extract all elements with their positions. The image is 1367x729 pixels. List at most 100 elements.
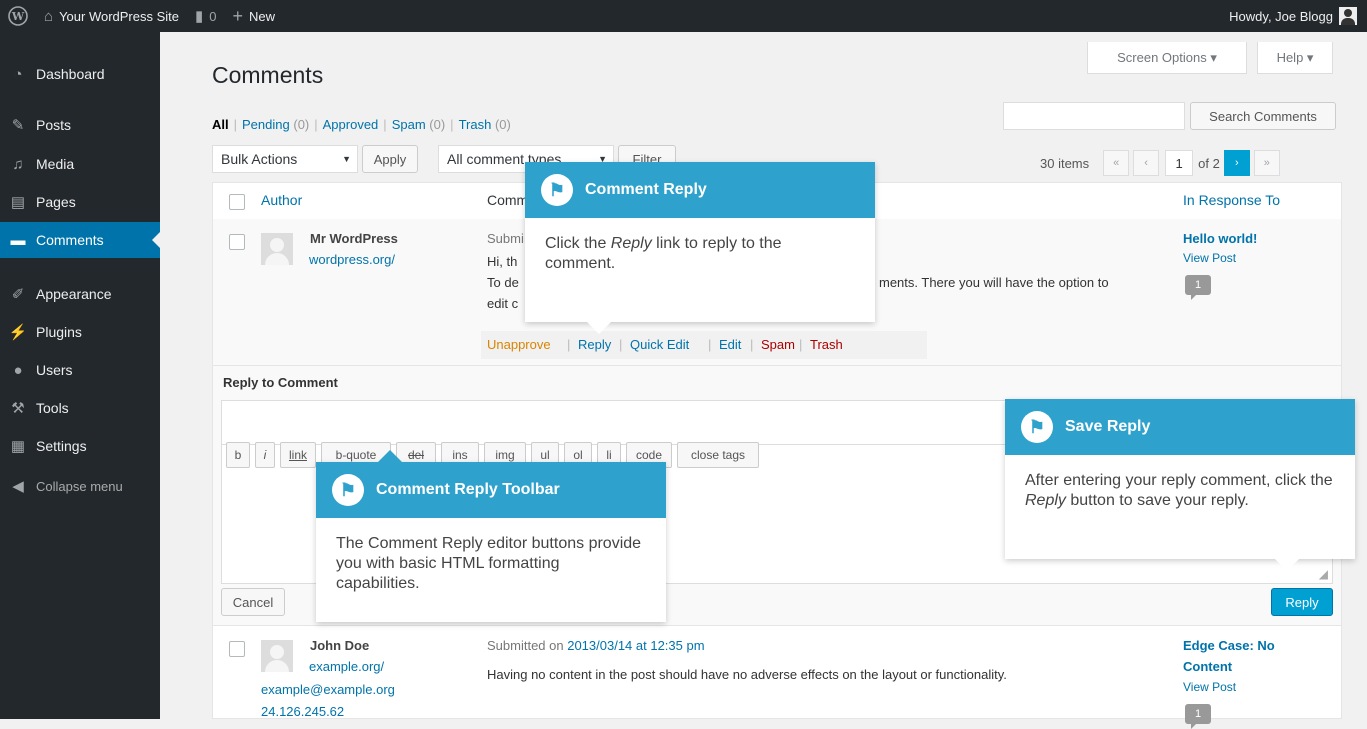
tooltip-emphasis: Reply bbox=[610, 235, 652, 252]
row-actions: Unapprove | Reply | Quick Edit | Edit | … bbox=[481, 331, 927, 359]
cancel-button[interactable]: Cancel bbox=[221, 588, 285, 616]
comment-author-name: John Doe bbox=[310, 638, 370, 653]
author-ip-link[interactable]: 24.126.245.62 bbox=[261, 704, 344, 719]
row-checkbox[interactable] bbox=[229, 641, 245, 657]
tooltip-text: Click the bbox=[545, 235, 611, 252]
filter-all[interactable]: All bbox=[212, 117, 229, 132]
user-icon: ● bbox=[13, 361, 23, 379]
menu-plugins[interactable]: ⚡ Plugins bbox=[0, 314, 160, 350]
pin-icon: ✎ bbox=[11, 117, 25, 134]
trash-link[interactable]: Trash bbox=[810, 337, 843, 352]
col-author[interactable]: Author bbox=[261, 192, 302, 208]
menu-users[interactable]: ● Users bbox=[0, 352, 160, 388]
comment-text: Having no content in the post should hav… bbox=[487, 667, 1007, 682]
tooltip-body: The Comment Reply editor buttons provide… bbox=[336, 535, 642, 592]
comments-link[interactable]: ▮ 0 bbox=[187, 0, 225, 32]
pages-icon: ▤ bbox=[10, 194, 26, 211]
row-checkbox[interactable] bbox=[229, 234, 245, 250]
col-response[interactable]: In Response To bbox=[1183, 192, 1280, 208]
menu-comments[interactable]: ▬ Comments bbox=[0, 222, 160, 258]
first-page-button[interactable]: « bbox=[1103, 150, 1130, 176]
spam-link[interactable]: Spam bbox=[761, 337, 795, 352]
menu-settings[interactable]: ▦ Settings bbox=[0, 428, 160, 464]
prev-page-button[interactable]: ‹ bbox=[1133, 150, 1160, 176]
author-url-link[interactable]: wordpress.org/ bbox=[309, 252, 395, 267]
select-all-checkbox[interactable] bbox=[229, 194, 245, 210]
menu-dashboard[interactable]: ◔ Dashboard bbox=[0, 56, 160, 92]
comment-count-bubble[interactable]: 1 bbox=[1185, 704, 1211, 729]
help-label: Help ▾ bbox=[1276, 49, 1314, 65]
quicktag-link-button[interactable]: link bbox=[280, 442, 316, 468]
submitted-text: Submitted on 2013/03/14 at 12:35 pm bbox=[487, 638, 705, 653]
menu-appearance[interactable]: ✐ Appearance bbox=[0, 276, 160, 312]
flag-icon: ⚑ bbox=[541, 174, 573, 206]
bulk-actions-select[interactable]: Bulk Actions ▼ bbox=[212, 145, 358, 173]
comments-count: 0 bbox=[209, 8, 217, 24]
chevron-down-icon: ▼ bbox=[342, 154, 351, 164]
unapprove-link[interactable]: Unapprove bbox=[487, 337, 551, 352]
comment-text-line2-end: ments. There you will have the option to bbox=[879, 275, 1109, 290]
menu-tools[interactable]: ⚒ Tools bbox=[0, 390, 160, 426]
media-icon: ♫ bbox=[12, 155, 24, 173]
response-post-link[interactable]: Hello world! bbox=[1183, 231, 1257, 246]
tooltip-title: Comment Reply bbox=[585, 181, 707, 198]
menu-media[interactable]: ♫ Media bbox=[0, 146, 160, 182]
search-input[interactable] bbox=[1003, 102, 1185, 130]
view-post-link[interactable]: View Post bbox=[1183, 251, 1236, 265]
avatar bbox=[261, 640, 293, 672]
last-page-button[interactable]: » bbox=[1253, 150, 1280, 176]
tooltip-body: After entering your reply comment, click… bbox=[1005, 455, 1355, 527]
account-menu[interactable]: Howdy, Joe Blogg bbox=[1221, 0, 1367, 32]
quick-edit-link[interactable]: Quick Edit bbox=[630, 337, 689, 352]
reply-link[interactable]: Reply bbox=[578, 337, 611, 352]
filter-trash[interactable]: Trash (0) bbox=[459, 117, 511, 132]
quicktag-italic-button[interactable]: i bbox=[255, 442, 275, 468]
new-content-link[interactable]: + New bbox=[225, 0, 284, 32]
screen-options-button[interactable]: Screen Options ▾ bbox=[1087, 42, 1247, 74]
comment-bubble-icon: ▮ bbox=[195, 8, 204, 25]
menu-label: Settings bbox=[36, 438, 87, 454]
response-post-link[interactable]: Edge Case: No bbox=[1183, 638, 1275, 653]
wrench-icon: ⚒ bbox=[11, 400, 25, 417]
tooltip-emphasis: Reply bbox=[1025, 492, 1066, 509]
filter-approved[interactable]: Approved bbox=[323, 117, 379, 132]
quicktag-bold-button[interactable]: b bbox=[226, 442, 250, 468]
page-title: Comments bbox=[212, 62, 324, 88]
next-page-button[interactable]: › bbox=[1223, 150, 1250, 176]
comment-date-link[interactable]: 2013/03/14 at 12:35 pm bbox=[567, 638, 704, 653]
flag-icon: ⚑ bbox=[1021, 411, 1053, 443]
cancel-label: Cancel bbox=[232, 594, 274, 610]
apply-button[interactable]: Apply bbox=[362, 145, 418, 173]
menu-pages[interactable]: ▤ Pages bbox=[0, 184, 160, 220]
new-label: New bbox=[249, 8, 276, 24]
author-url-link[interactable]: example.org/ bbox=[309, 659, 384, 674]
edit-link[interactable]: Edit bbox=[719, 337, 741, 352]
collapse-arrow-icon: ◀ bbox=[12, 478, 24, 495]
search-comments-button[interactable]: Search Comments bbox=[1190, 102, 1336, 130]
menu-label: Media bbox=[36, 156, 75, 172]
comment-count-bubble[interactable]: 1 bbox=[1185, 275, 1211, 300]
site-name-link[interactable]: ⌂ Your WordPress Site bbox=[36, 0, 187, 32]
filter-pending[interactable]: Pending (0) bbox=[242, 117, 309, 132]
current-page-input[interactable]: 1 bbox=[1165, 150, 1194, 176]
tooltip-header: ⚑ Comment Reply bbox=[525, 162, 875, 218]
tooltip-body: Click the Reply link to reply to the com… bbox=[525, 218, 875, 290]
view-post-link[interactable]: View Post bbox=[1183, 680, 1236, 694]
reply-submit-button[interactable]: Reply bbox=[1271, 588, 1333, 616]
apply-label: Apply bbox=[373, 151, 407, 167]
menu-label: Comments bbox=[36, 232, 104, 248]
quicktag-close-tags-button[interactable]: close tags bbox=[677, 442, 759, 468]
collapse-menu-button[interactable]: ◀ Collapse menu bbox=[0, 468, 160, 504]
response-post-link-line2[interactable]: Content bbox=[1183, 659, 1232, 674]
author-email-link[interactable]: example@example.org bbox=[261, 682, 395, 697]
dashboard-icon: ◔ bbox=[13, 65, 23, 83]
help-button[interactable]: Help ▾ bbox=[1257, 42, 1333, 74]
settings-icon: ▦ bbox=[10, 438, 26, 455]
admin-bar: W ⌂ Your WordPress Site ▮ 0 + New Howdy,… bbox=[0, 0, 1367, 32]
menu-posts[interactable]: ✎ Posts bbox=[0, 107, 160, 143]
resize-handle-icon[interactable]: ◢ bbox=[1319, 567, 1328, 581]
wordpress-logo-icon[interactable]: W bbox=[0, 0, 36, 32]
table-row: John Doe example.org/ example@example.or… bbox=[212, 626, 1342, 729]
filter-spam[interactable]: Spam (0) bbox=[392, 117, 445, 132]
plus-icon: + bbox=[232, 5, 244, 26]
